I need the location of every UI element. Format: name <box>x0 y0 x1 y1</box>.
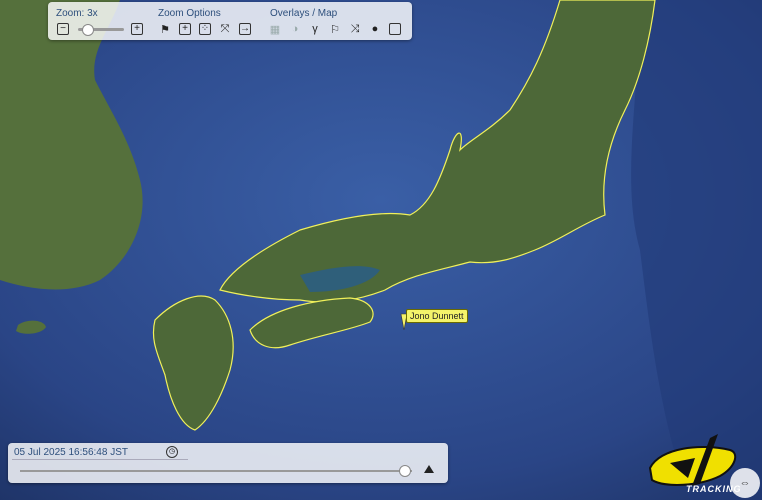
play-up-icon[interactable] <box>424 465 434 473</box>
clock-icon[interactable]: ◷ <box>166 446 178 458</box>
zoom-slider-handle[interactable] <box>82 24 95 36</box>
shade-icon: ◑ <box>291 23 299 35</box>
exit-box-button[interactable]: → <box>238 22 252 36</box>
minus-icon: − <box>57 23 69 35</box>
random-button[interactable]: ⁘ <box>198 22 212 36</box>
map-controls-panel: Zoom: 3x − + Zoom Options ⚑ + ⁘ ⤧ → Over… <box>48 2 412 40</box>
square-button[interactable] <box>388 22 402 36</box>
timeline-panel: 05 Jul 2025 16:56:48 JST ◷ <box>8 443 448 483</box>
timeline-slider-handle[interactable] <box>399 465 412 477</box>
route-button[interactable]: γ <box>308 22 322 36</box>
timeline-slider-track[interactable] <box>20 470 412 472</box>
flags-button[interactable]: ⚑ <box>158 22 172 36</box>
zoom-label: Zoom: 3x <box>56 8 98 19</box>
flag-icon: ⚐ <box>330 23 340 36</box>
shuffle-button[interactable]: ⤨ <box>348 22 362 36</box>
pan-control-icon[interactable]: ⇔ <box>730 468 760 498</box>
grid-icon: ▦ <box>269 23 281 36</box>
shuffle-icon: ⤨ <box>350 22 360 35</box>
route-icon: γ <box>312 23 318 35</box>
globe-button[interactable]: ● <box>368 22 382 36</box>
tracker-label[interactable]: Jono Dunnett <box>406 309 468 323</box>
grid-button[interactable]: ▦ <box>268 22 282 36</box>
globe-icon: ● <box>371 23 379 35</box>
dice-icon: ⁘ <box>199 23 211 35</box>
flag-button[interactable]: ⚐ <box>328 22 342 36</box>
timeline-divider <box>12 459 188 460</box>
plus-icon: + <box>131 23 143 35</box>
shade-button[interactable]: ◑ <box>288 22 302 36</box>
overlays-label: Overlays / Map <box>270 8 338 19</box>
fit-expand-icon: ⤧ <box>220 22 230 35</box>
zoom-out-button[interactable]: − <box>56 22 70 36</box>
zoom-box-button[interactable]: + <box>178 22 192 36</box>
fit-expand-button[interactable]: ⤧ <box>218 22 232 36</box>
zoom-in-box-icon: + <box>179 23 191 35</box>
square-icon <box>389 23 401 35</box>
satellite-map[interactable] <box>0 0 762 500</box>
exit-box-icon: → <box>239 23 251 35</box>
timeline-datetime: 05 Jul 2025 16:56:48 JST <box>14 447 128 458</box>
zoom-options-label: Zoom Options <box>158 8 221 19</box>
flags-icon: ⚑ <box>160 23 170 36</box>
zoom-in-button[interactable]: + <box>130 22 144 36</box>
